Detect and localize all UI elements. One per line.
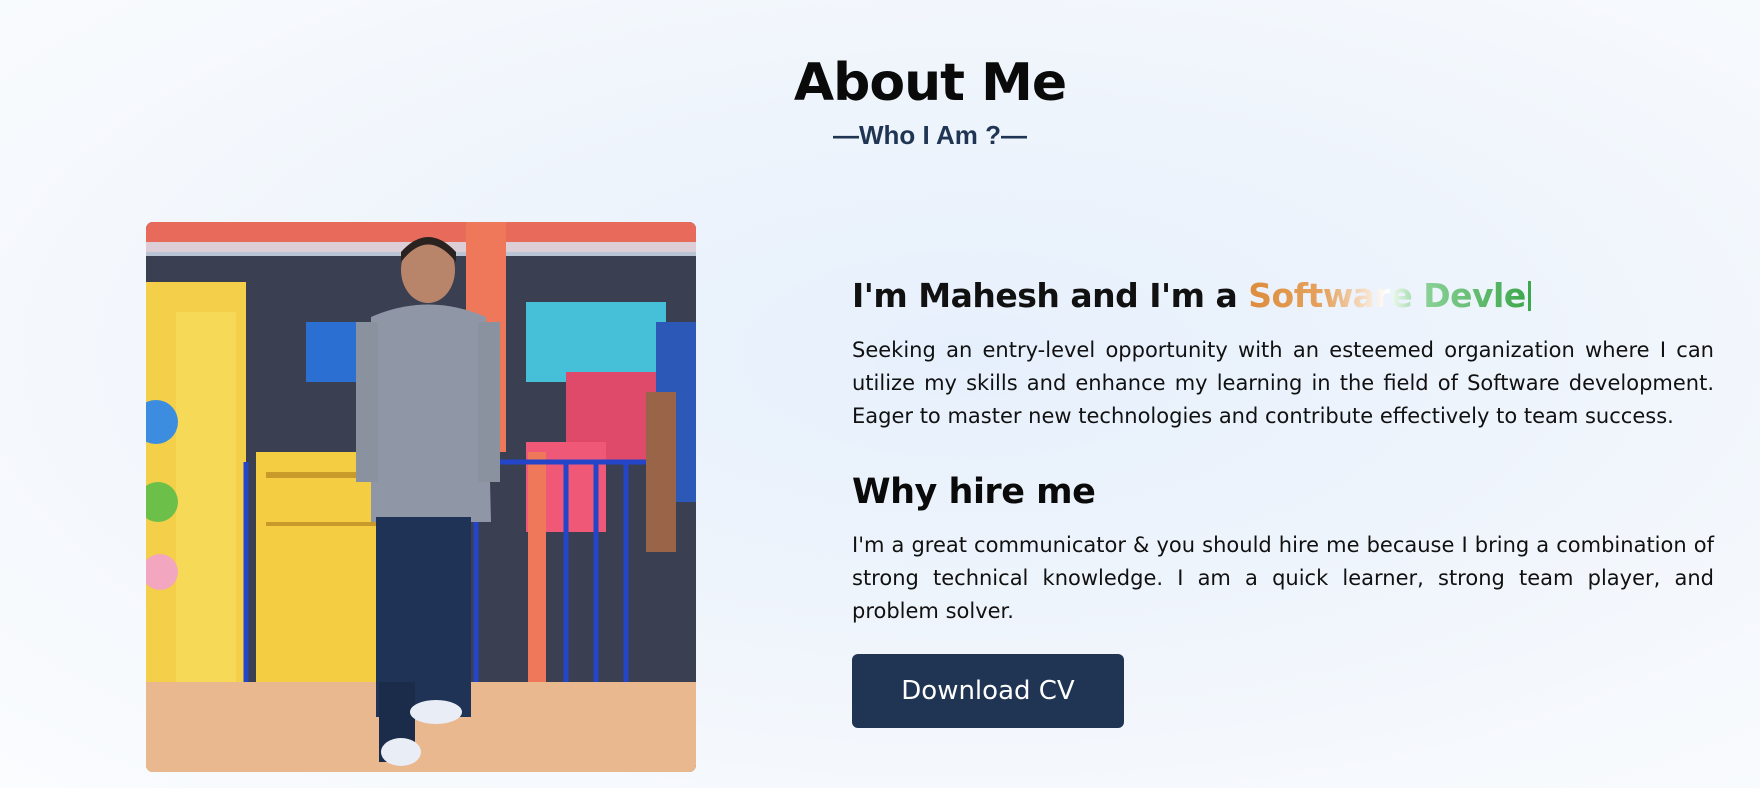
intro-prefix: I'm Mahesh and I'm a — [852, 276, 1249, 315]
photo-illustration — [146, 222, 696, 772]
summary-text: Seeking an entry-level opportunity with … — [852, 338, 1714, 428]
about-content: I'm Mahesh and I'm a Software Devle Seek… — [852, 270, 1714, 728]
typing-cursor — [1527, 281, 1531, 311]
section-subtitle: —Who I Am ?— — [832, 120, 1027, 150]
profile-photo — [146, 222, 696, 772]
section-title: About Me — [793, 53, 1067, 113]
about-header: About Me —Who I Am ?— — [0, 50, 1760, 151]
typed-role: Software Devle — [1248, 276, 1526, 315]
why-hire-text: I'm a great communicator & you should hi… — [852, 533, 1714, 623]
intro-heading: I'm Mahesh and I'm a Software Devle — [852, 270, 1714, 322]
download-cv-button[interactable]: Download CV — [852, 654, 1124, 728]
why-hire-heading: Why hire me — [852, 472, 1096, 512]
